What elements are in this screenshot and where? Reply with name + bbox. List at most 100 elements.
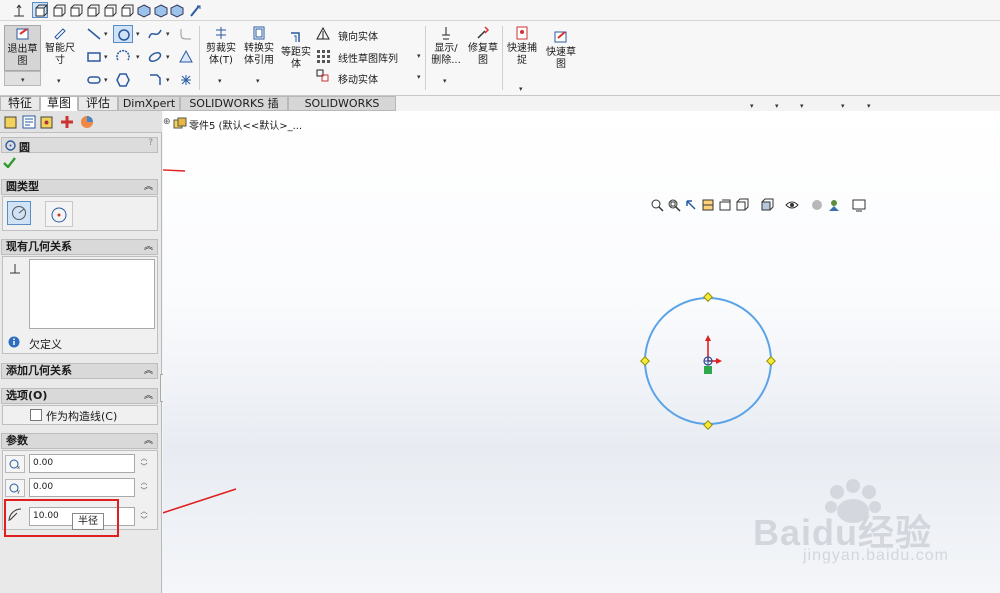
smart-dimension-caret[interactable]: ▾ (57, 77, 61, 85)
move-entities-caret[interactable]: ▾ (417, 73, 421, 81)
chamfer-icon[interactable] (145, 71, 165, 89)
point-icon[interactable] (176, 71, 196, 89)
exit-sketch-dropdown[interactable]: ▾ (4, 71, 41, 86)
center-y-input[interactable]: 0.00 (29, 478, 135, 497)
graphics-area[interactable]: ⊕ 零件5 (默认<<默认>_... Baidu经验 jingyan.baidu… (163, 111, 1000, 593)
scene-caret[interactable]: ▾ (841, 102, 845, 110)
origin-icon[interactable] (10, 2, 26, 18)
trim-caret[interactable]: ▾ (218, 77, 222, 85)
line-caret[interactable]: ▾ (104, 30, 108, 38)
view-orientation-caret[interactable]: ▾ (750, 102, 754, 110)
show-delete-relations-button[interactable]: 显示/ 删除... (428, 25, 464, 71)
collapse-chevron-icon[interactable]: ︽ (144, 180, 153, 194)
tab-sketch[interactable]: 草图 (40, 96, 78, 111)
center-circle-option[interactable] (7, 201, 31, 225)
hide-show-items-icon[interactable] (785, 198, 799, 212)
options-header[interactable]: 选项(O) ︽ (1, 388, 158, 404)
view-back-icon[interactable] (67, 2, 83, 18)
offset-entities-button[interactable]: 等距实 体 (279, 29, 313, 75)
property-manager-tab-icon[interactable] (22, 115, 36, 129)
collapse-chevron-icon[interactable]: ︽ (144, 434, 153, 448)
quick-snaps-button[interactable]: 快速捕 捉 (505, 25, 539, 71)
circle-control-point[interactable] (640, 356, 650, 366)
move-entities-icon[interactable] (316, 69, 330, 83)
linear-pattern-caret[interactable]: ▾ (417, 52, 421, 60)
configuration-manager-tab-icon[interactable] (40, 116, 53, 129)
show-relations-caret[interactable]: ▾ (443, 77, 447, 85)
view-cube-icon[interactable] (32, 2, 48, 18)
add-relations-header[interactable]: 添加几何关系 ︽ (1, 363, 158, 379)
linear-pattern-label[interactable]: 线性草图阵列 (338, 50, 398, 65)
dynamic-annotation-icon[interactable] (718, 198, 732, 212)
tab-solidworks-addins[interactable]: SOLIDWORKS 插件 (180, 96, 288, 123)
circle-tool-icon[interactable] (113, 25, 133, 43)
slot-caret[interactable]: ▾ (104, 76, 108, 84)
quick-snaps-caret[interactable]: ▾ (519, 85, 523, 93)
radius-spinner[interactable]: ︿ ﹀ (137, 507, 151, 526)
mirror-entities-label[interactable]: 镜向实体 (338, 28, 378, 43)
view-orientation-icon[interactable] (735, 198, 749, 212)
convert-caret[interactable]: ▾ (256, 77, 260, 85)
view-right-icon[interactable] (101, 2, 117, 18)
center-x-spinner[interactable]: ︿ ﹀ (137, 454, 151, 473)
ellipse-icon[interactable] (145, 48, 165, 66)
view-dimetric-icon[interactable] (168, 2, 184, 18)
chamfer-caret[interactable]: ▾ (166, 76, 170, 84)
exit-sketch-button[interactable]: 退出草 图 (4, 25, 41, 71)
circle-control-point[interactable] (766, 356, 776, 366)
existing-relations-header[interactable]: 现有几何关系 ︽ (1, 239, 158, 255)
polygon-icon[interactable] (113, 71, 133, 89)
rectangle-icon[interactable] (84, 48, 104, 66)
collapse-chevron-icon[interactable]: ︽ (144, 389, 153, 403)
slot-icon[interactable] (84, 71, 104, 89)
tab-evaluate[interactable]: 评估 (78, 96, 118, 111)
collapse-chevron-icon[interactable]: ︽ (144, 240, 153, 254)
ellipse-caret[interactable]: ▾ (166, 53, 170, 61)
spline-icon[interactable] (145, 25, 165, 43)
view-top-icon[interactable] (118, 2, 134, 18)
line-icon[interactable] (84, 25, 104, 43)
hide-show-caret[interactable]: ▾ (800, 102, 804, 110)
circle-type-header[interactable]: 圆类型 ︽ (1, 179, 158, 195)
tab-solidworks-mbd[interactable]: SOLIDWORKS MBD (288, 96, 396, 123)
trim-entities-button[interactable]: 剪裁实 体(T) (203, 25, 239, 71)
move-entities-label[interactable]: 移动实体 (338, 71, 378, 86)
display-style-icon[interactable] (760, 198, 774, 212)
collapse-chevron-icon[interactable]: ︽ (144, 364, 153, 378)
linear-pattern-icon[interactable] (316, 49, 330, 63)
section-view-icon[interactable] (701, 198, 715, 212)
convert-entities-button[interactable]: 转换实 体引用 (240, 25, 278, 71)
view-settings-icon[interactable] (852, 198, 866, 212)
parameters-header[interactable]: 参数 ︽ (1, 433, 158, 449)
circle-caret[interactable]: ▾ (136, 30, 140, 38)
zoom-to-fit-icon[interactable] (650, 198, 664, 212)
circle-control-point[interactable] (703, 420, 713, 430)
view-front-icon[interactable] (50, 2, 66, 18)
view-iso-icon[interactable] (135, 2, 151, 18)
rectangle-caret[interactable]: ▾ (104, 53, 108, 61)
spline-caret[interactable]: ▾ (166, 30, 170, 38)
fillet-icon[interactable] (176, 25, 196, 43)
scene-icon[interactable] (827, 198, 841, 212)
rapid-sketch-button[interactable]: 快速草 图 (543, 29, 579, 75)
arc-icon[interactable] (113, 48, 133, 66)
previous-view-icon[interactable] (684, 198, 698, 212)
display-manager-tab-icon[interactable] (80, 115, 94, 129)
center-y-spinner[interactable]: ︿ ﹀ (137, 478, 151, 497)
center-x-input[interactable]: 0.00 (29, 454, 135, 473)
view-trimetric-icon[interactable] (152, 2, 168, 18)
perimeter-circle-option[interactable] (45, 201, 73, 227)
construction-checkbox[interactable] (30, 409, 42, 421)
feature-manager-tab-icon[interactable] (4, 116, 17, 129)
help-icon[interactable]: ? (148, 138, 153, 148)
plane-icon[interactable] (176, 48, 196, 66)
mirror-icon[interactable] (316, 27, 330, 41)
view-settings-caret[interactable]: ▾ (867, 102, 871, 110)
smart-dimension-button[interactable]: 智能尺 寸 (42, 25, 78, 71)
zoom-area-icon[interactable] (667, 198, 681, 212)
expand-icon[interactable]: ⊕ (163, 117, 171, 127)
repair-sketch-button[interactable]: 修复草 图 (466, 25, 500, 71)
circle-control-point[interactable] (703, 292, 713, 302)
tab-dimxpert[interactable]: DimXpert (118, 96, 180, 111)
relations-list[interactable] (29, 259, 155, 329)
